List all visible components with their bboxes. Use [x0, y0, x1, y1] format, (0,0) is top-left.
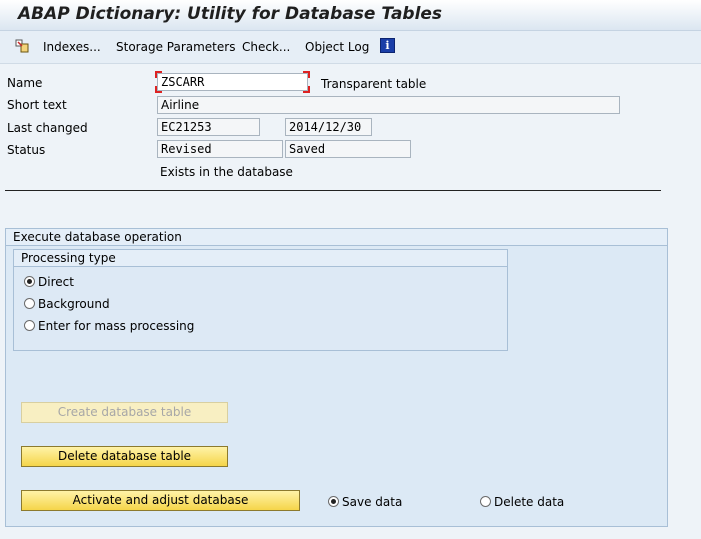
indexes-button[interactable]: Indexes... [43, 40, 101, 54]
table-name-field[interactable]: ZSCARR [157, 73, 308, 91]
application-toolbar: Indexes... Storage Parameters Check... O… [0, 31, 701, 64]
short-text-label: Short text [7, 98, 67, 112]
radio-save-data-label: Save data [342, 495, 403, 509]
status-field: Revised [157, 140, 283, 158]
radio-background-label: Background [38, 297, 110, 311]
status-label: Status [7, 143, 46, 157]
last-changed-date-field: 2014/12/30 [285, 118, 372, 136]
object-log-button[interactable]: Object Log [305, 40, 369, 54]
table-type-text: Transparent table [321, 77, 427, 91]
short-text-field: Airline [157, 96, 620, 114]
window-title: ABAP Dictionary: Utility for Database Ta… [18, 4, 443, 24]
name-label: Name [7, 76, 43, 90]
execute-operation-title: Execute database operation [6, 229, 667, 246]
radio-delete-data[interactable] [480, 496, 491, 507]
radio-delete-data-label: Delete data [494, 495, 565, 509]
create-database-table-button[interactable]: Create database table [21, 402, 228, 423]
radio-direct[interactable] [24, 276, 35, 287]
title-bar: ABAP Dictionary: Utility for Database Ta… [0, 0, 701, 31]
radio-mass-processing[interactable] [24, 320, 35, 331]
radio-mass-processing-label: Enter for mass processing [38, 319, 195, 333]
save-status-field: Saved [285, 140, 411, 158]
radio-save-data[interactable] [328, 496, 339, 507]
activate-adjust-database-button[interactable]: Activate and adjust database [21, 490, 300, 511]
radio-direct-label: Direct [38, 275, 74, 289]
delete-database-table-button[interactable]: Delete database table [21, 446, 228, 467]
radio-background[interactable] [24, 298, 35, 309]
storage-parameters-button[interactable]: Storage Parameters [116, 40, 235, 54]
check-button[interactable]: Check... [242, 40, 290, 54]
last-changed-user-field: EC21253 [157, 118, 260, 136]
database-state-text: Exists in the database [160, 165, 293, 179]
processing-type-title: Processing type [14, 250, 507, 267]
display-object-icon[interactable] [15, 39, 29, 53]
separator-line [5, 190, 661, 191]
last-changed-label: Last changed [7, 121, 88, 135]
info-icon[interactable]: i [380, 38, 395, 53]
